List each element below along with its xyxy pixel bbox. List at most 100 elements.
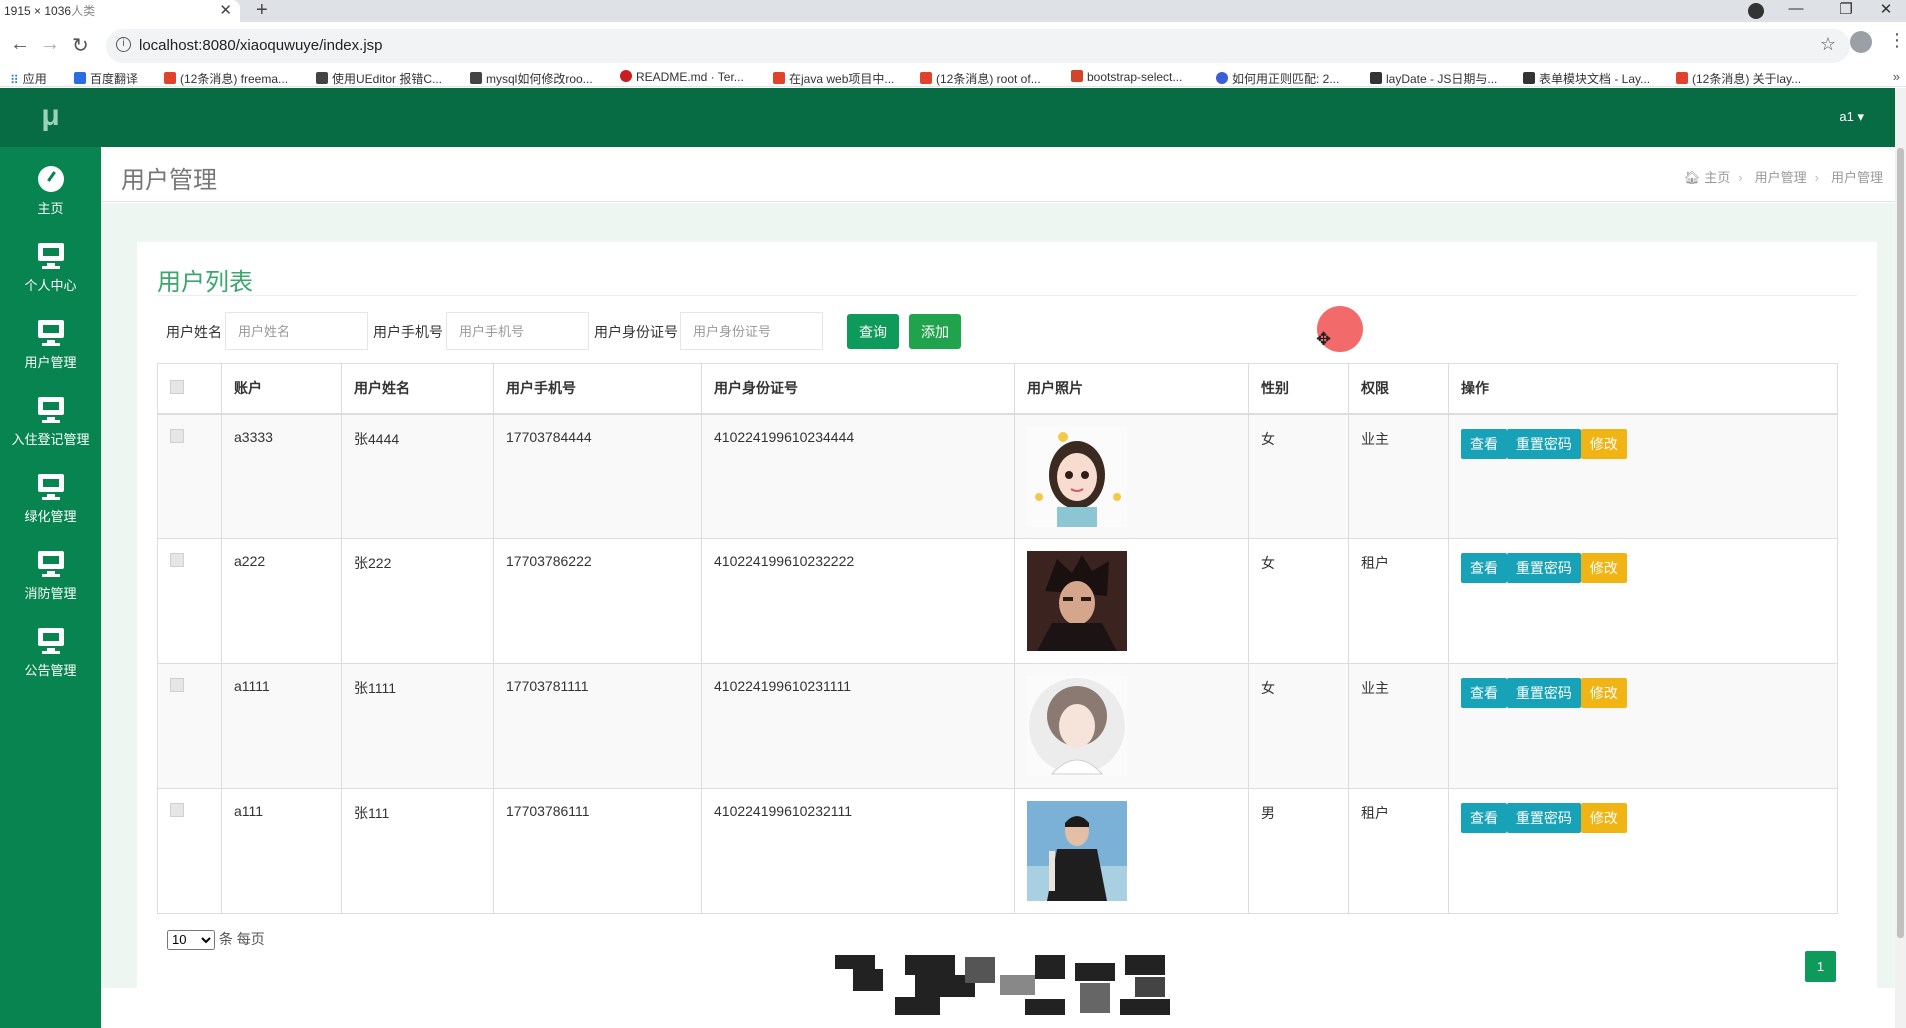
address-bar: ← → ↻ i localhost:8080/xiaoquwuye/index.… bbox=[0, 22, 1906, 70]
info-icon[interactable]: i bbox=[116, 37, 131, 52]
idcard-cell: 410224199610234444 bbox=[701, 413, 1015, 539]
browser-tab-bar: 1915 × 1036人类 ✕ + — ❐ ✕ bbox=[0, 0, 1906, 22]
minimize-icon[interactable]: — bbox=[1776, 0, 1816, 17]
reload-icon[interactable]: ↻ bbox=[72, 33, 89, 58]
monitor-icon bbox=[36, 628, 66, 654]
view-button[interactable]: 查看 bbox=[1461, 553, 1507, 583]
restore-icon[interactable]: ❐ bbox=[1826, 0, 1866, 18]
role-cell: 租户 bbox=[1348, 538, 1449, 664]
sidebar-item-notices[interactable]: 公告管理 bbox=[0, 616, 101, 693]
sidebar-item-home[interactable]: 主页 bbox=[0, 154, 101, 231]
sidebar-item-fire[interactable]: 消防管理 bbox=[0, 539, 101, 616]
table-row: a1111 张1111 17703781111 4102241996102311… bbox=[157, 663, 1838, 789]
bookmark-apps[interactable]: ⠿ 应用 bbox=[10, 70, 47, 87]
breadcrumb-home[interactable]: 主页 bbox=[1704, 170, 1730, 185]
sidebar-item-checkin[interactable]: 入住登记管理 bbox=[0, 385, 101, 462]
view-button[interactable]: 查看 bbox=[1461, 428, 1507, 459]
menu-icon[interactable]: ⋮ bbox=[1888, 30, 1906, 51]
sidebar-item-label: 入住登记管理 bbox=[11, 432, 90, 447]
table-row: a3333 张4444 17703784444 4102241996102344… bbox=[157, 413, 1838, 539]
bookmark-item[interactable]: layDate - JS日期与... bbox=[1370, 70, 1497, 87]
bookmark-star-icon[interactable]: ☆ bbox=[1820, 34, 1836, 55]
sidebar-item-users[interactable]: 用户管理 bbox=[0, 308, 101, 385]
bookmark-item[interactable]: mysql如何修改roo... bbox=[470, 70, 593, 87]
account-icon[interactable] bbox=[1850, 31, 1872, 53]
sidebar-item-greening[interactable]: 绿化管理 bbox=[0, 462, 101, 539]
reset-password-button[interactable]: 重置密码 bbox=[1506, 678, 1581, 708]
reset-password-button[interactable]: 重置密码 bbox=[1506, 428, 1581, 459]
idcard-cell: 410224199610232111 bbox=[701, 788, 1015, 914]
monitor-icon bbox=[36, 474, 66, 500]
page-header: 用户管理 🏠︎ 主页 › 用户管理 › 用户管理 bbox=[101, 147, 1895, 202]
url-field[interactable]: i localhost:8080/xiaoquwuye/index.jsp ☆ bbox=[106, 29, 1850, 63]
page-size-control: 10 条 每页 bbox=[167, 929, 265, 950]
url-text: localhost:8080/xiaoquwuye/index.jsp bbox=[139, 37, 383, 54]
close-icon[interactable]: ✕ bbox=[219, 1, 232, 19]
scrollbar-thumb[interactable] bbox=[1897, 148, 1904, 938]
view-button[interactable]: 查看 bbox=[1461, 678, 1507, 708]
sidebar-item-profile[interactable]: 个人中心 bbox=[0, 231, 101, 308]
column-header: 用户手机号 bbox=[493, 363, 702, 415]
breadcrumb-current: 用户管理 bbox=[1830, 170, 1883, 185]
bookmark-item[interactable]: (12条消息) root of... bbox=[920, 70, 1041, 87]
select-all-checkbox[interactable] bbox=[170, 379, 184, 394]
phone-cell: 17703781111 bbox=[493, 663, 702, 789]
add-button[interactable]: 添加 bbox=[909, 314, 961, 349]
edit-button[interactable]: 修改 bbox=[1580, 553, 1627, 583]
edit-button[interactable]: 修改 bbox=[1580, 803, 1627, 833]
page-button-current[interactable]: 1 bbox=[1805, 951, 1836, 982]
bookmark-item[interactable]: 使用UEditor 报错C... bbox=[316, 70, 442, 87]
bookmark-item[interactable]: 如何用正则匹配: 2... bbox=[1216, 70, 1339, 87]
page-size-select[interactable]: 10 bbox=[167, 929, 215, 950]
column-header: 性别 bbox=[1248, 363, 1349, 415]
row-checkbox[interactable] bbox=[170, 678, 184, 692]
phone-cell: 17703786222 bbox=[493, 538, 702, 664]
bookmark-item[interactable]: bootstrap-select... bbox=[1071, 70, 1182, 84]
actions-cell: 查看 重置密码 修改 bbox=[1448, 538, 1838, 664]
phone-search-input[interactable] bbox=[446, 312, 589, 350]
user-menu[interactable]: a1 ▾ bbox=[1839, 109, 1864, 125]
reset-password-button[interactable]: 重置密码 bbox=[1506, 803, 1581, 833]
bookmark-item[interactable]: 百度翻译 bbox=[74, 70, 138, 87]
user-photo bbox=[1027, 551, 1127, 651]
breadcrumb-item[interactable]: 用户管理 bbox=[1755, 170, 1807, 185]
gender-cell: 女 bbox=[1248, 538, 1349, 664]
query-button[interactable]: 查询 bbox=[847, 314, 899, 349]
site-icon bbox=[1071, 70, 1083, 82]
user-photo bbox=[1027, 676, 1127, 776]
browser-tab[interactable]: 1915 × 1036人类 ✕ bbox=[0, 0, 240, 22]
reset-password-button[interactable]: 重置密码 bbox=[1506, 553, 1581, 583]
site-icon bbox=[316, 72, 328, 84]
gender-cell: 女 bbox=[1248, 413, 1349, 539]
table-header-row: 账户 用户姓名 用户手机号 用户身份证号 用户照片 性别 权限 操作 bbox=[157, 363, 1838, 415]
edit-button[interactable]: 修改 bbox=[1580, 428, 1627, 459]
idcard-label: 用户身份证号 bbox=[594, 324, 678, 340]
monitor-icon bbox=[36, 397, 66, 423]
column-header: 用户照片 bbox=[1014, 363, 1249, 415]
bookmark-item[interactable]: 表单模块文档 - Lay... bbox=[1523, 70, 1650, 87]
table-row: a111 张111 17703786111 410224199610232111… bbox=[157, 788, 1838, 914]
view-button[interactable]: 查看 bbox=[1461, 803, 1507, 833]
tab-search-icon[interactable] bbox=[1748, 3, 1764, 19]
row-checkbox[interactable] bbox=[170, 553, 184, 567]
new-tab-icon[interactable]: + bbox=[256, 0, 268, 22]
bookmark-item[interactable]: (12条消息) freema... bbox=[164, 70, 288, 87]
chevron-right-icon: › bbox=[1738, 170, 1743, 185]
forward-icon[interactable]: → bbox=[40, 33, 60, 56]
edit-button[interactable]: 修改 bbox=[1580, 678, 1627, 708]
bookmark-item[interactable]: README.md · Ter... bbox=[620, 70, 744, 84]
actions-cell: 查看 重置密码 修改 bbox=[1448, 788, 1838, 914]
phone-label: 用户手机号 bbox=[373, 324, 443, 340]
back-icon[interactable]: ← bbox=[10, 33, 30, 56]
page-scrollbar[interactable] bbox=[1895, 88, 1906, 1028]
row-checkbox[interactable] bbox=[170, 803, 184, 817]
bookmark-item[interactable]: 在java web项目中... bbox=[773, 70, 894, 87]
window-close-icon[interactable]: ✕ bbox=[1866, 0, 1906, 18]
name-search-input[interactable] bbox=[225, 312, 368, 350]
monitor-icon bbox=[36, 320, 66, 346]
row-checkbox[interactable] bbox=[170, 428, 184, 443]
idcard-search-input[interactable] bbox=[680, 312, 823, 350]
more-bookmarks-icon[interactable]: » bbox=[1893, 69, 1900, 84]
phone-cell: 17703786111 bbox=[493, 788, 702, 914]
bookmark-item[interactable]: (12条消息) 关于lay... bbox=[1676, 70, 1801, 87]
